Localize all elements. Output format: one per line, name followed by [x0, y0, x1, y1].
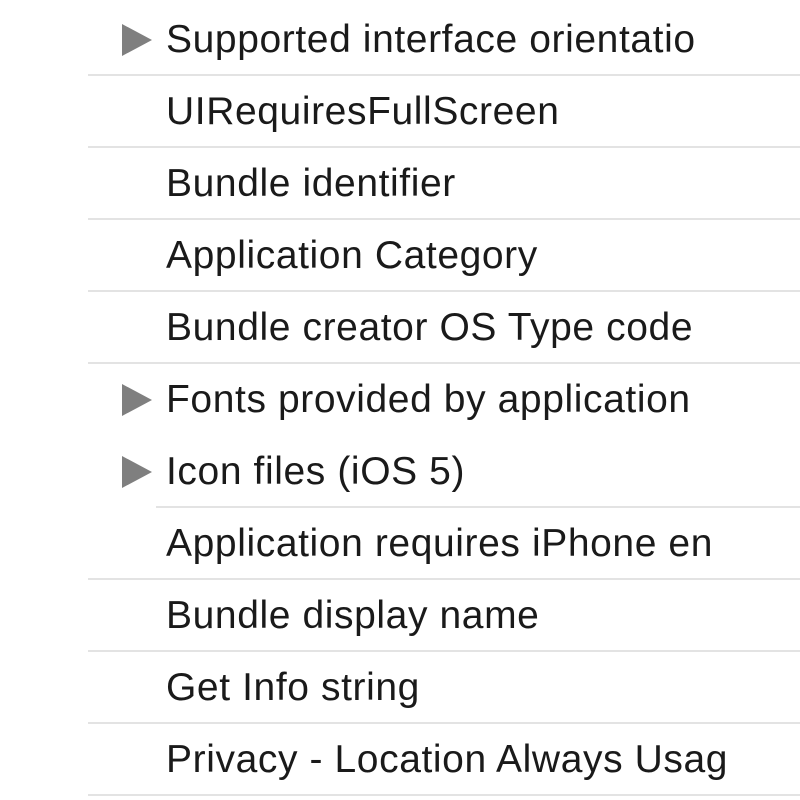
plist-row-privacy-location-always-usage[interactable]: Privacy - Location Always Usag [0, 724, 800, 796]
plist-row-application-category[interactable]: Application Category [0, 220, 800, 292]
plist-key-label: Application requires iPhone en [166, 522, 714, 565]
plist-key-label: Get Info string [166, 666, 420, 709]
plist-key-label: Icon files (iOS 5) [166, 450, 466, 493]
plist-row-bundle-identifier[interactable]: Bundle identifier [0, 148, 800, 220]
plist-row-get-info-string[interactable]: Get Info string [0, 652, 800, 724]
plist-row-icon-files-ios5[interactable]: Icon files (iOS 5) [0, 436, 800, 508]
info-plist-key-list: Supported interface orientatio UIRequire… [0, 0, 800, 800]
plist-key-label: Bundle display name [166, 594, 540, 637]
plist-key-label: UIRequiresFullScreen [166, 90, 560, 133]
plist-row-supported-interface-orientations[interactable]: Supported interface orientatio [0, 4, 800, 76]
plist-row-bundle-creator-os-type-code[interactable]: Bundle creator OS Type code [0, 292, 800, 364]
plist-key-label: Supported interface orientatio [166, 18, 696, 61]
plist-row-uirequiresfullscreen[interactable]: UIRequiresFullScreen [0, 76, 800, 148]
plist-key-label: Bundle identifier [166, 162, 456, 205]
disclosure-triangle-icon[interactable] [122, 456, 152, 488]
plist-key-label: Bundle creator OS Type code [166, 306, 694, 349]
row-divider [88, 794, 800, 796]
disclosure-triangle-icon[interactable] [122, 384, 152, 416]
plist-key-label: Application Category [166, 234, 538, 277]
plist-row-fonts-provided-by-application[interactable]: Fonts provided by application [0, 364, 800, 436]
plist-key-label: Privacy - Location Always Usag [166, 738, 729, 781]
disclosure-triangle-icon[interactable] [122, 24, 152, 56]
plist-key-label: Fonts provided by application [166, 378, 691, 421]
plist-row-bundle-display-name[interactable]: Bundle display name [0, 580, 800, 652]
plist-row-application-requires-iphone-environment[interactable]: Application requires iPhone en [0, 508, 800, 580]
